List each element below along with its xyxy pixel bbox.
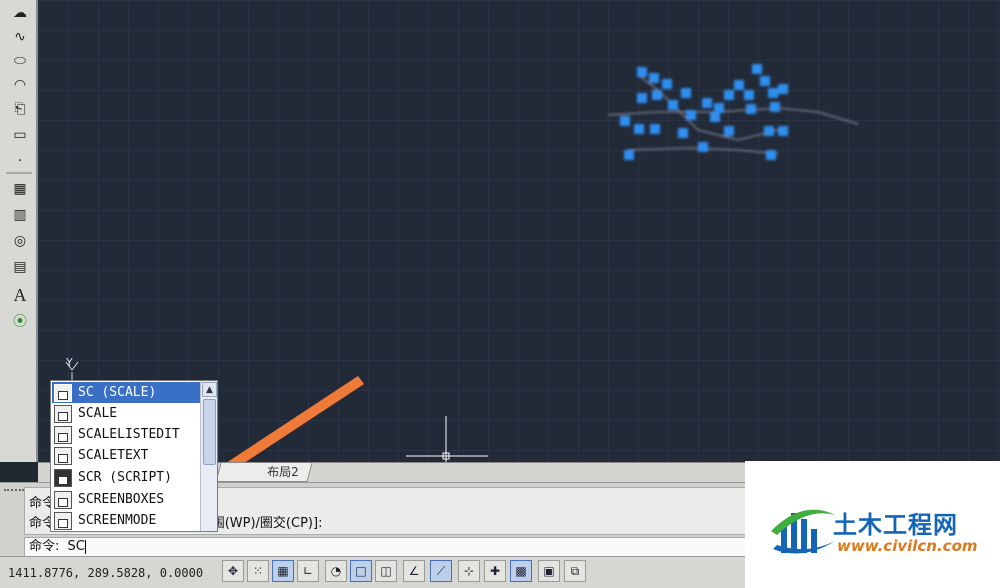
selection-cycling-icon[interactable]: ⧉ xyxy=(564,560,586,582)
scrollbar-thumb[interactable] xyxy=(203,399,216,465)
insert-block-icon[interactable]: ⎗ xyxy=(8,98,32,120)
crosshair-cursor-icon xyxy=(406,416,488,462)
scroll-up-icon[interactable]: ▲ xyxy=(202,382,217,397)
watermark: 土木工程网 www.civilcn.com xyxy=(745,461,1000,588)
watermark-url: www.civilcn.com xyxy=(837,537,978,555)
autocomplete-scrollbar[interactable]: ▲ xyxy=(200,381,217,531)
dynamic-ucs-icon[interactable]: ⟋ xyxy=(430,560,452,582)
quick-properties-icon[interactable]: ▣ xyxy=(538,560,560,582)
show-lineweight-icon[interactable]: ✚ xyxy=(484,560,506,582)
autocomplete-item[interactable]: SCR (SCRIPT) xyxy=(52,467,201,488)
toolbar-separator xyxy=(6,172,32,174)
autocomplete-item[interactable]: SCALETEXT xyxy=(52,445,201,466)
command-input-value: SC xyxy=(67,539,85,554)
draw-toolbar: ☁ ∿ ⬭ ◠ ⎗ ▭ · ▦ ▥ ◎ ▤ A ⦿ xyxy=(0,0,38,462)
autocomplete-item[interactable]: SCREENMODE xyxy=(52,510,201,531)
autocomplete-item[interactable]: SC (SCALE) xyxy=(52,382,201,403)
ortho-mode-icon[interactable]: ∟ xyxy=(297,560,319,582)
region-icon[interactable]: ◎ xyxy=(8,230,32,252)
autocomplete-item[interactable]: SCALE xyxy=(52,403,201,424)
screen-icon xyxy=(54,490,72,509)
selected-object[interactable] xyxy=(607,64,859,160)
tab-layout2[interactable]: 布局2 xyxy=(215,463,313,482)
screen-icon xyxy=(54,511,72,530)
snap-mode-icon[interactable]: ⁙ xyxy=(247,560,269,582)
ellipse-arc-icon[interactable]: ◠ xyxy=(8,74,32,96)
command-input[interactable]: 命令: SC xyxy=(24,537,748,557)
transparency-icon[interactable]: ▩ xyxy=(510,560,532,582)
infer-constraints-icon[interactable]: ✥ xyxy=(222,560,244,582)
scale-icon xyxy=(54,404,72,423)
scale-icon xyxy=(54,383,72,402)
scale-text-icon xyxy=(54,446,72,465)
autocomplete-item[interactable]: SCREENBOXES xyxy=(52,489,201,510)
ellipse-icon[interactable]: ⬭ xyxy=(8,50,32,72)
gradient-icon[interactable]: ▥ xyxy=(8,204,32,226)
multiline-text-icon[interactable]: A xyxy=(8,284,32,306)
grip-handle-icon[interactable] xyxy=(4,489,24,493)
scale-list-icon xyxy=(54,425,72,444)
command-autocomplete-list[interactable]: SC (SCALE) SCALE SCALELISTEDIT SCALETEXT… xyxy=(50,380,218,532)
command-prompt: 命令: xyxy=(29,539,60,554)
text-caret xyxy=(84,539,86,554)
add-selected-icon[interactable]: ⦿ xyxy=(8,310,32,332)
polar-tracking-icon[interactable]: ◔ xyxy=(325,560,347,582)
dynamic-input-icon[interactable]: ⊹ xyxy=(458,560,480,582)
watermark-logo-icon xyxy=(771,509,835,554)
script-icon xyxy=(54,468,72,487)
watermark-title: 土木工程网 xyxy=(833,511,958,539)
point-icon[interactable]: · xyxy=(8,150,32,172)
object-snap-icon[interactable]: □ xyxy=(350,560,372,582)
table-icon[interactable]: ▤ xyxy=(8,256,32,278)
autocomplete-item[interactable]: SCALELISTEDIT xyxy=(52,424,201,445)
object-snap-tracking-icon[interactable]: ∠ xyxy=(403,560,425,582)
hatch-icon[interactable]: ▦ xyxy=(8,178,32,200)
3d-object-snap-icon[interactable]: ◫ xyxy=(375,560,397,582)
revcloud-icon[interactable]: ☁ xyxy=(8,2,32,24)
make-block-icon[interactable]: ▭ xyxy=(8,124,32,146)
grid-display-icon[interactable]: ▦ xyxy=(272,560,294,582)
ucs-y-label: Y xyxy=(66,356,73,369)
spline-icon[interactable]: ∿ xyxy=(8,26,32,48)
coordinate-readout[interactable]: 1411.8776, 289.5828, 0.0000 xyxy=(8,563,220,583)
